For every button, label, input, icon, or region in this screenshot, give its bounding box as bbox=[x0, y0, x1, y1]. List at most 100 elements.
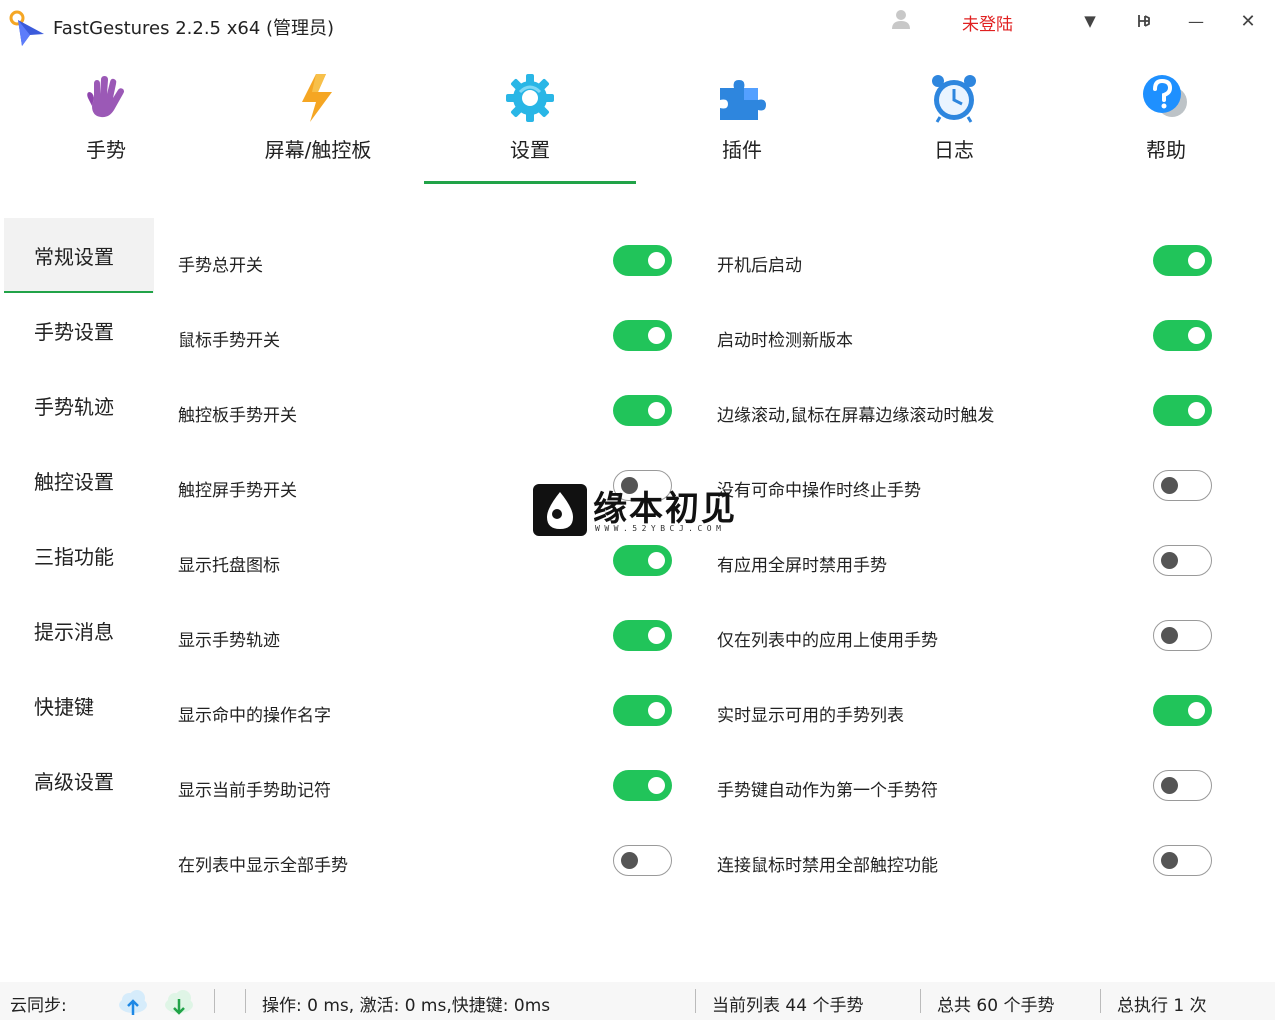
setting-label: 显示手势轨迹 bbox=[178, 631, 280, 651]
status-separator bbox=[245, 989, 246, 1013]
toggle-switch[interactable] bbox=[1153, 695, 1212, 726]
toggle-switch[interactable] bbox=[613, 845, 672, 876]
tab-label: 帮助 bbox=[1146, 138, 1186, 162]
sidebar-item-notifications[interactable]: 提示消息 bbox=[4, 593, 154, 668]
tab-screen-touchpad[interactable]: 屏幕/触控板 bbox=[212, 60, 424, 184]
active-tab-underline bbox=[424, 181, 636, 184]
cloud-download-icon[interactable] bbox=[162, 985, 196, 1017]
hand-icon bbox=[87, 76, 124, 118]
setting-row: 显示手势轨迹 bbox=[178, 600, 678, 675]
watermark-text: 缘本初见 bbox=[593, 489, 737, 529]
setting-label: 连接鼠标时禁用全部触控功能 bbox=[717, 856, 938, 876]
sidebar-item-gesture-trail[interactable]: 手势轨迹 bbox=[4, 368, 154, 443]
sidebar-item-three-finger[interactable]: 三指功能 bbox=[4, 518, 154, 593]
toggle-switch[interactable] bbox=[613, 320, 672, 351]
tab-help[interactable]: 帮助 bbox=[1060, 60, 1272, 184]
toggle-switch[interactable] bbox=[613, 545, 672, 576]
setting-row: 没有可命中操作时终止手势 bbox=[717, 450, 1217, 525]
watermark-logo-icon bbox=[533, 484, 587, 536]
dropdown-button[interactable]: ▼ bbox=[1075, 8, 1105, 34]
login-status[interactable]: 未登陆 bbox=[962, 10, 1013, 35]
status-separator bbox=[1100, 989, 1101, 1013]
status-separator bbox=[695, 989, 696, 1013]
tab-label: 手势 bbox=[86, 138, 126, 162]
setting-row: 开机后启动 bbox=[717, 225, 1217, 300]
toggle-knob bbox=[648, 702, 665, 719]
toggle-switch[interactable] bbox=[613, 620, 672, 651]
settings-sidebar: 常规设置 手势设置 手势轨迹 触控设置 三指功能 提示消息 快捷键 高级设置 bbox=[4, 218, 154, 818]
toggle-knob bbox=[648, 327, 665, 344]
toggle-switch[interactable] bbox=[613, 395, 672, 426]
settings-left-column: 手势总开关 鼠标手势开关 触控板手势开关 触控屏手势开关 显示托盘图标 显示手势… bbox=[178, 225, 678, 900]
sidebar-item-touch-settings[interactable]: 触控设置 bbox=[4, 443, 154, 518]
watermark: 缘本初见 WWW.52YBCJ.COM bbox=[533, 484, 745, 538]
setting-row: 在列表中显示全部手势 bbox=[178, 825, 678, 900]
toggle-knob bbox=[648, 402, 665, 419]
setting-row: 连接鼠标时禁用全部触控功能 bbox=[717, 825, 1217, 900]
gear-icon bbox=[506, 74, 554, 122]
setting-label: 没有可命中操作时终止手势 bbox=[717, 481, 921, 501]
sidebar-item-hotkeys[interactable]: 快捷键 bbox=[4, 668, 154, 743]
tab-label: 日志 bbox=[934, 138, 974, 162]
sidebar-item-label: 高级设置 bbox=[34, 770, 114, 794]
toggle-knob bbox=[648, 552, 665, 569]
sidebar-item-gesture-settings[interactable]: 手势设置 bbox=[4, 293, 154, 368]
tab-gestures[interactable]: 手势 bbox=[0, 60, 212, 184]
toggle-switch[interactable] bbox=[1153, 845, 1212, 876]
sidebar-item-advanced[interactable]: 高级设置 bbox=[4, 743, 154, 818]
toggle-knob bbox=[1188, 252, 1205, 269]
toggle-switch[interactable] bbox=[1153, 620, 1212, 651]
setting-label: 触控屏手势开关 bbox=[178, 481, 297, 501]
toggle-switch[interactable] bbox=[1153, 395, 1212, 426]
tab-label: 屏幕/触控板 bbox=[264, 138, 372, 162]
toggle-switch[interactable] bbox=[613, 695, 672, 726]
main-tabs: 手势 屏幕/触控板 设置 插件 日志 帮助 bbox=[0, 60, 1275, 184]
minimize-button[interactable]: — bbox=[1181, 8, 1211, 34]
setting-label: 边缘滚动,鼠标在屏幕边缘滚动时触发 bbox=[717, 406, 995, 426]
toggle-switch[interactable] bbox=[1153, 320, 1212, 351]
tab-log[interactable]: 日志 bbox=[848, 60, 1060, 184]
setting-row: 触控板手势开关 bbox=[178, 375, 678, 450]
setting-label: 鼠标手势开关 bbox=[178, 331, 280, 351]
toggle-switch[interactable] bbox=[1153, 545, 1212, 576]
toggle-knob bbox=[1161, 552, 1178, 569]
toggle-knob bbox=[648, 777, 665, 794]
setting-row: 显示命中的操作名字 bbox=[178, 675, 678, 750]
cloud-upload-icon[interactable] bbox=[116, 985, 150, 1017]
user-icon[interactable] bbox=[890, 8, 912, 30]
toggle-knob bbox=[1161, 477, 1178, 494]
sidebar-item-general[interactable]: 常规设置 bbox=[4, 218, 154, 293]
toggle-switch[interactable] bbox=[1153, 470, 1212, 501]
setting-row: 手势键自动作为第一个手势符 bbox=[717, 750, 1217, 825]
close-button[interactable]: ✕ bbox=[1233, 8, 1263, 34]
toggle-switch[interactable] bbox=[613, 770, 672, 801]
setting-row: 手势总开关 bbox=[178, 225, 678, 300]
setting-label: 手势总开关 bbox=[178, 256, 263, 276]
setting-row: 启动时检测新版本 bbox=[717, 300, 1217, 375]
status-separator bbox=[214, 989, 215, 1013]
toggle-switch[interactable] bbox=[613, 245, 672, 276]
setting-row: 边缘滚动,鼠标在屏幕边缘滚动时触发 bbox=[717, 375, 1217, 450]
pin-icon bbox=[1138, 15, 1150, 27]
toggle-knob bbox=[1161, 777, 1178, 794]
toggle-knob bbox=[1188, 402, 1205, 419]
setting-label: 实时显示可用的手势列表 bbox=[717, 706, 904, 726]
sidebar-item-label: 触控设置 bbox=[34, 470, 114, 494]
setting-label: 显示命中的操作名字 bbox=[178, 706, 331, 726]
dropdown-icon: ▼ bbox=[1084, 12, 1096, 30]
tab-settings[interactable]: 设置 bbox=[424, 60, 636, 184]
status-separator bbox=[920, 989, 921, 1013]
sidebar-item-label: 常规设置 bbox=[34, 245, 114, 269]
setting-label: 触控板手势开关 bbox=[178, 406, 297, 426]
tab-plugins[interactable]: 插件 bbox=[636, 60, 848, 184]
setting-label: 启动时检测新版本 bbox=[717, 331, 853, 351]
pin-button[interactable] bbox=[1129, 8, 1159, 34]
toggle-switch[interactable] bbox=[1153, 245, 1212, 276]
setting-row: 仅在列表中的应用上使用手势 bbox=[717, 600, 1217, 675]
toggle-switch[interactable] bbox=[1153, 770, 1212, 801]
sidebar-item-label: 手势轨迹 bbox=[34, 395, 114, 419]
alarm-clock-icon bbox=[932, 75, 976, 123]
watermark-drop-icon bbox=[547, 492, 573, 529]
setting-label: 显示托盘图标 bbox=[178, 556, 280, 576]
current-list-count: 当前列表 44 个手势 bbox=[712, 996, 864, 1016]
